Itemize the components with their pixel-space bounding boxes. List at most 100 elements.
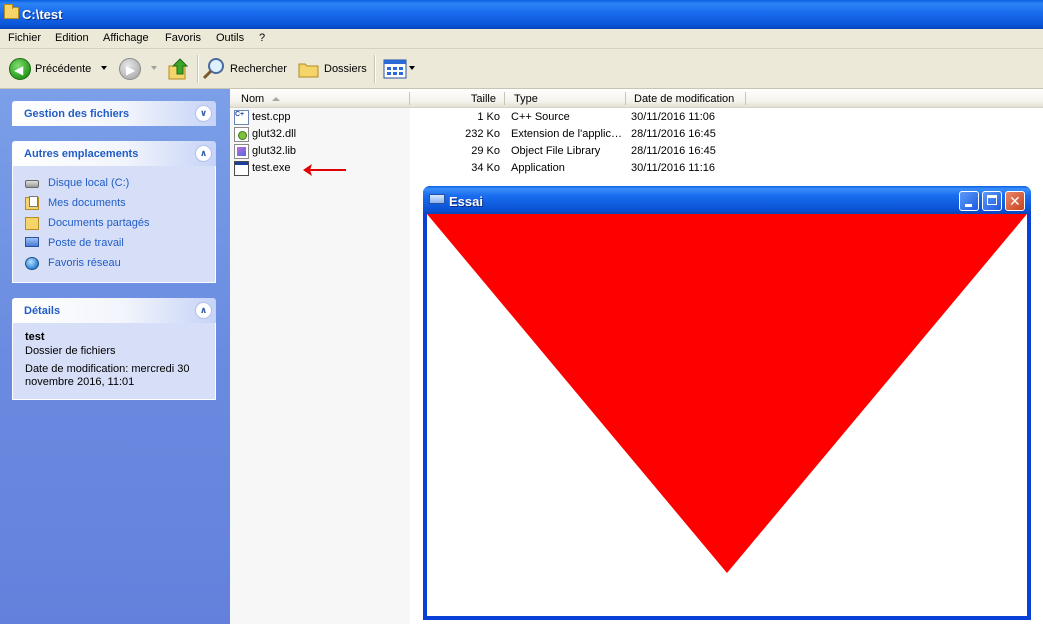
app-window-icon[interactable] (429, 194, 445, 204)
folders-button[interactable]: Dossiers (296, 49, 368, 89)
file-type: Extension de l'applic… (511, 128, 622, 140)
folder-icon (4, 4, 19, 19)
file-tasks-title: Gestion des fichiers (24, 108, 130, 120)
file-row[interactable]: glut32.lib 29 Ko Object File Library 28/… (230, 143, 1043, 160)
search-button[interactable]: Rechercher (202, 49, 290, 89)
file-modified: 30/11/2016 11:06 (631, 111, 716, 123)
file-row[interactable]: test.exe 34 Ko Application 30/11/2016 11… (230, 160, 1043, 177)
column-header-type[interactable]: Type (505, 89, 625, 108)
views-icon (383, 59, 407, 79)
file-type: C++ Source (511, 111, 570, 123)
column-header-name[interactable]: Nom (230, 89, 409, 108)
other-places-box: Autres emplacements ∧ Disque local (C:) … (12, 141, 216, 283)
search-button-label: Rechercher (230, 63, 287, 75)
hard-disk-icon (25, 180, 39, 188)
details-box: Détails ∧ test Dossier de fichiers Date … (12, 298, 216, 400)
menu-view[interactable]: Affichage (103, 32, 149, 44)
file-tasks-box: Gestion des fichiers ∨ (12, 101, 216, 126)
column-divider[interactable] (745, 92, 746, 105)
dll-file-icon (234, 127, 249, 142)
close-button[interactable]: ✕ (1005, 191, 1025, 211)
minimize-button[interactable] (959, 191, 979, 211)
file-size: 232 Ko (465, 128, 500, 140)
menu-bar: Fichier Edition Affichage Favoris Outils… (0, 29, 1043, 49)
column-header-size[interactable]: Taille (410, 89, 504, 108)
file-name: glut32.dll (252, 128, 297, 140)
up-folder-icon (168, 58, 189, 80)
file-row[interactable]: test.cpp 1 Ko C++ Source 30/11/2016 11:0… (230, 109, 1043, 126)
computer-icon (25, 237, 39, 247)
place-label: Mes documents (48, 197, 126, 209)
forward-dropdown-icon[interactable] (151, 66, 157, 70)
sort-ascending-icon (272, 97, 280, 101)
forward-button[interactable]: ▶ (116, 49, 160, 89)
place-my-documents[interactable]: Mes documents (25, 196, 195, 212)
task-pane: Gestion des fichiers ∨ Autres emplacemen… (0, 89, 230, 624)
place-label: Disque local (C:) (48, 177, 130, 189)
place-label: Poste de travail (48, 237, 124, 249)
column-header-modified[interactable]: Date de modification (626, 89, 746, 108)
file-name: test.exe (252, 162, 291, 174)
file-size: 29 Ko (471, 145, 500, 157)
column-modified-label: Date de modification (634, 93, 735, 105)
other-places-header[interactable]: Autres emplacements ∧ (12, 141, 216, 166)
details-title: Détails (24, 305, 61, 317)
file-modified: 28/11/2016 16:45 (631, 128, 716, 140)
collapse-chevron-icon[interactable]: ∧ (195, 302, 212, 319)
details-type: Dossier de fichiers (25, 345, 116, 357)
place-network[interactable]: Favoris réseau (25, 256, 195, 272)
cpp-file-icon (234, 110, 249, 125)
folders-icon (298, 63, 319, 78)
expand-chevron-icon[interactable]: ∨ (195, 105, 212, 122)
column-name-label: Nom (241, 93, 265, 105)
sorted-column-shade (230, 108, 410, 624)
menu-file[interactable]: Fichier (8, 32, 41, 44)
place-shared-documents[interactable]: Documents partagés (25, 216, 195, 232)
place-local-disk[interactable]: Disque local (C:) (25, 176, 195, 192)
place-label: Documents partagés (48, 217, 150, 229)
essai-title-bar[interactable]: Essai ✕ (423, 186, 1031, 214)
back-dropdown-icon[interactable] (101, 66, 107, 70)
views-dropdown-icon[interactable] (409, 66, 415, 70)
folders-button-label: Dossiers (324, 63, 367, 75)
my-documents-icon (25, 196, 39, 210)
file-size: 34 Ko (471, 162, 500, 174)
menu-tools[interactable]: Outils (216, 32, 244, 44)
up-folder-button[interactable] (166, 49, 192, 89)
views-button[interactable] (380, 49, 418, 89)
back-button-label: Précédente (35, 63, 92, 75)
file-row[interactable]: glut32.dll 232 Ko Extension de l'applic…… (230, 126, 1043, 143)
details-name: test (25, 331, 45, 343)
place-my-computer[interactable]: Poste de travail (25, 236, 195, 252)
close-icon: ✕ (1009, 193, 1021, 209)
back-arrow-icon: ◀ (9, 58, 31, 80)
window-title: C:\test (22, 7, 63, 22)
essai-window: Essai ✕ (423, 186, 1031, 620)
other-places-title: Autres emplacements (24, 148, 139, 160)
network-globe-icon (25, 257, 39, 270)
collapse-chevron-icon[interactable]: ∧ (195, 145, 212, 162)
opengl-canvas[interactable] (427, 214, 1027, 616)
details-date-line2: novembre 2016, 11:01 (25, 376, 135, 388)
explorer-title-bar[interactable]: C:\test (0, 0, 1043, 29)
file-type: Application (511, 162, 565, 174)
menu-help[interactable]: ? (259, 32, 265, 44)
search-icon (202, 58, 224, 80)
maximize-icon (987, 195, 997, 205)
desktop: C:\test Fichier Edition Affichage Favori… (0, 0, 1043, 624)
toolbar-separator (197, 55, 198, 83)
back-button[interactable]: ◀ Précédente (6, 49, 110, 89)
lib-file-icon (234, 144, 249, 159)
file-name: glut32.lib (252, 145, 297, 157)
column-size-label: Taille (470, 93, 496, 105)
file-tasks-header[interactable]: Gestion des fichiers ∨ (12, 101, 216, 126)
file-name: test.cpp (252, 111, 291, 123)
maximize-button[interactable] (982, 191, 1002, 211)
menu-edit[interactable]: Edition (55, 32, 89, 44)
details-date-line1: Date de modification: mercredi 30 (25, 363, 190, 375)
menu-favorites[interactable]: Favoris (165, 32, 201, 44)
toolbar: ◀ Précédente ▶ Rechercher Dossiers (0, 49, 1043, 89)
details-header[interactable]: Détails ∧ (12, 298, 216, 323)
shared-folder-icon (25, 217, 39, 230)
other-places-body: Disque local (C:) Mes documents Document… (12, 166, 216, 283)
